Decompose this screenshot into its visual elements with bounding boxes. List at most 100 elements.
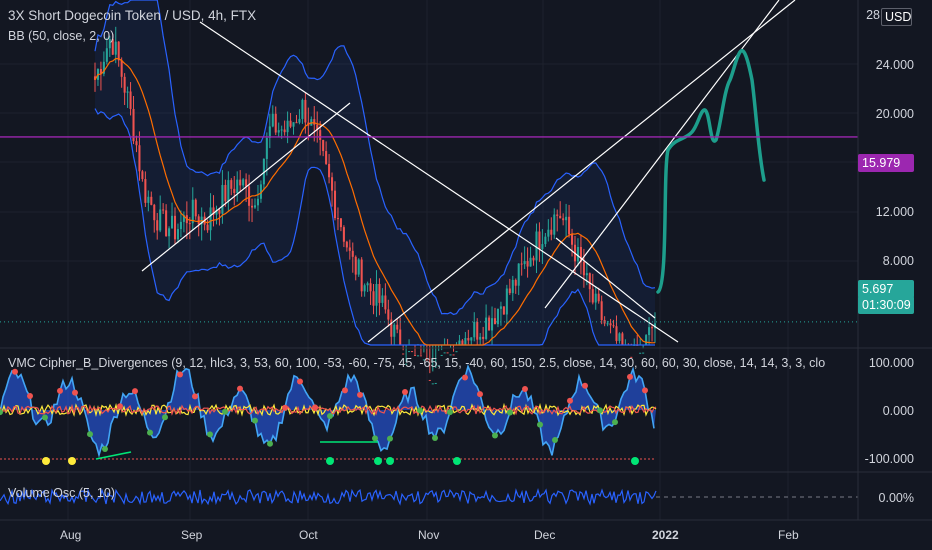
- candle-body: [399, 329, 402, 345]
- chart-title[interactable]: 3X Short Dogecoin Token / USD, 4h, FTX: [8, 8, 256, 23]
- candle-body: [289, 120, 292, 127]
- candle-body: [298, 118, 301, 123]
- candle-body: [239, 179, 242, 186]
- candle-body: [230, 180, 233, 189]
- time-label-dec: Dec: [534, 528, 556, 542]
- candle-body: [322, 140, 325, 152]
- signal-dot: [522, 386, 528, 393]
- candle-body: [342, 227, 345, 242]
- candle-body: [328, 163, 331, 178]
- price-axis-label-24: 24.000: [875, 58, 914, 72]
- signal-dot: [117, 403, 123, 410]
- signal-dot: [642, 387, 648, 394]
- signal-dot: [627, 373, 633, 380]
- candle-body: [123, 76, 126, 93]
- currency-badge[interactable]: USD: [881, 8, 912, 26]
- time-label-2022: 2022: [652, 528, 679, 542]
- candle-body: [274, 113, 277, 133]
- signal-dot: [492, 432, 498, 439]
- candle-body: [600, 301, 603, 321]
- bb-indicator-label[interactable]: BB (50, close, 2, 0): [8, 29, 114, 43]
- candle-body: [571, 234, 574, 245]
- candle-body: [268, 126, 271, 138]
- chart-canvas[interactable]: [0, 0, 932, 550]
- candle-body: [233, 188, 236, 194]
- candle-body: [651, 327, 654, 329]
- candle-body: [369, 283, 372, 292]
- candle-body: [197, 216, 200, 225]
- candle-body: [313, 119, 316, 125]
- candle-body: [319, 130, 322, 141]
- price-axis-label-20: 20.000: [875, 107, 914, 121]
- candle-body: [562, 218, 565, 221]
- candle-body: [431, 383, 434, 385]
- candle-body: [523, 261, 526, 265]
- candle-body: [277, 130, 280, 133]
- candle-body: [381, 295, 384, 303]
- volume-osc-label[interactable]: Volume Osc (5, 10): [8, 486, 115, 500]
- candle-body: [248, 186, 251, 206]
- candle-body: [541, 244, 544, 249]
- candle-body: [301, 99, 304, 119]
- candle-body: [594, 293, 597, 303]
- candle-body: [372, 291, 375, 306]
- candle-body: [348, 247, 351, 251]
- time-label-aug: Aug: [60, 528, 82, 542]
- candle-body: [618, 333, 621, 341]
- candle-body: [236, 179, 239, 194]
- candle-body: [188, 223, 191, 225]
- countdown-tag: 01:30:09: [858, 296, 914, 314]
- candle-body: [135, 141, 138, 146]
- candle-body: [479, 336, 482, 340]
- candle-body: [179, 221, 182, 230]
- candle-body: [227, 180, 230, 202]
- candle-body: [588, 273, 591, 290]
- candle-body: [639, 352, 642, 354]
- divergence-line-1: [95, 451, 132, 460]
- candle-body: [336, 218, 339, 220]
- candle-body: [194, 199, 197, 217]
- candle-body: [642, 352, 645, 354]
- candle-body: [295, 122, 298, 124]
- candle-body: [360, 259, 363, 292]
- candle-body: [242, 179, 245, 186]
- candle-body: [443, 352, 446, 354]
- vmc-indicator-label[interactable]: VMC Cipher_B_Divergences (9, 12, hlc3, 3…: [8, 356, 825, 370]
- osc-axis-label-100: 100.000: [868, 356, 914, 370]
- candle-body: [176, 229, 179, 240]
- candle-body: [402, 353, 405, 355]
- signal-dot: [312, 404, 318, 411]
- signal-dot: [597, 407, 603, 414]
- candle-body: [505, 288, 508, 315]
- divergence-dot: [631, 457, 639, 465]
- candle-body: [526, 261, 529, 267]
- candle-body: [585, 273, 588, 276]
- divergence-dot: [68, 457, 76, 465]
- candle-body: [129, 91, 132, 109]
- candle-body: [496, 308, 499, 325]
- signal-dot: [87, 431, 93, 438]
- forecast-path[interactable]: [656, 48, 766, 294]
- candle-body: [354, 256, 357, 275]
- candle-body: [325, 151, 328, 164]
- candle-body: [461, 340, 464, 345]
- divergence-dot: [42, 457, 50, 465]
- signal-dot: [537, 421, 543, 428]
- time-label-nov: Nov: [418, 528, 440, 542]
- candle-body: [464, 338, 467, 345]
- signal-dot: [282, 404, 288, 411]
- signal-dot: [267, 440, 273, 447]
- signal-dot: [477, 391, 483, 398]
- candle-body: [606, 323, 609, 325]
- candle-body: [126, 91, 129, 93]
- signal-dot: [222, 408, 228, 415]
- candle-body: [514, 279, 517, 286]
- candle-body: [597, 293, 600, 302]
- candle-body: [476, 321, 479, 340]
- candle-body: [271, 113, 274, 127]
- candle-body: [576, 247, 579, 262]
- candle-body: [538, 231, 541, 249]
- candle-body: [544, 236, 547, 245]
- signal-dot: [417, 407, 423, 414]
- candle-body: [648, 327, 651, 336]
